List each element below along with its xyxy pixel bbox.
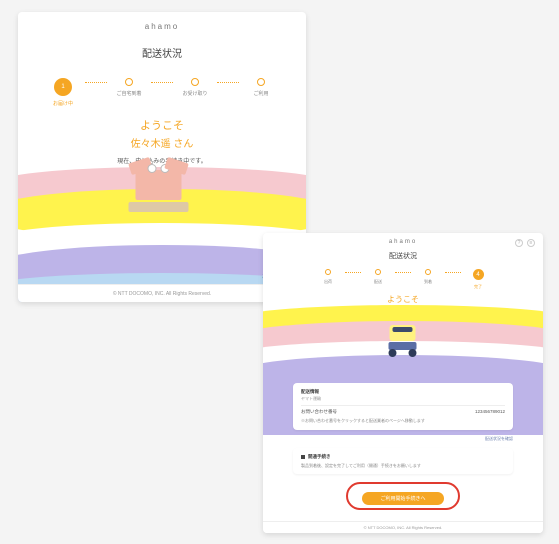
tracking-number[interactable]: 123456789012 (475, 409, 505, 415)
welcome-block: ようこそ 佐々木遥 さん 現在、申し込みの手続き中です。 (18, 117, 306, 165)
welcome-line1: ようこそ (263, 294, 543, 305)
check-shipping-link[interactable]: 配送状況を確認 (293, 436, 513, 442)
delivery-status-card-step4: ? ≡ ahamo 配送状況 出荷 配送 到着 4完了 ようこそ 佐々木遥 さん… (263, 233, 543, 533)
progress-stepper: 出荷 配送 到着 4完了 (263, 269, 543, 290)
brand-logo: ahamo (18, 22, 306, 31)
step-2: 配送 (361, 269, 395, 285)
welcome-line1: ようこそ (18, 117, 306, 133)
brand-logo: ahamo (263, 239, 543, 245)
activation-panel: 開通手続き 製品到着後、設定を完了してご利用（開通）手続きをお願いします (293, 448, 513, 475)
activation-text: 製品到着後、設定を完了してご利用（開通）手続きをお願いします (301, 463, 505, 469)
step-label: ご利用 (253, 90, 268, 97)
panel-header: 配送情報 (301, 389, 505, 395)
step-dot (257, 78, 265, 86)
shipping-info-panel: 配送情報 ヤマト運輸 お問い合わせ番号 123456789012 ※お問い合わせ… (293, 383, 513, 430)
package-box-illustration (136, 170, 189, 212)
delivery-robot-illustration (390, 325, 417, 357)
step-3: お受け取り (173, 78, 217, 97)
content-panels: 配送情報 ヤマト運輸 お問い合わせ番号 123456789012 ※お問い合わせ… (293, 383, 513, 510)
page-title: 配送状況 (263, 251, 543, 261)
step-connector (85, 82, 107, 83)
page-title: 配送状況 (18, 45, 306, 60)
header-icons: ? ≡ (515, 239, 535, 247)
step-1: 1 お届け中 (41, 78, 85, 107)
tracking-label: お問い合わせ番号 (301, 409, 337, 415)
step-4: ご利用 (239, 78, 283, 97)
step-dot (125, 78, 133, 86)
footer-copyright: © NTT DOCOMO, INC. All Rights Reserved. (263, 521, 543, 533)
step-connector (151, 82, 173, 83)
cta-highlight-ring: ご利用開始手続きへ (293, 482, 513, 510)
tracking-note: ※お問い合わせ番号をクリックすると配送業者のページへ移動します (301, 418, 505, 424)
step-2: ご自宅到着 (107, 78, 151, 97)
step-4: 4完了 (461, 269, 495, 290)
panel-header: 開通手続き (308, 454, 331, 460)
step-label: お届け中 (53, 100, 73, 107)
step-label: お受け取り (182, 90, 207, 97)
menu-icon[interactable]: ≡ (527, 239, 535, 247)
step-1: 出荷 (311, 269, 345, 285)
welcome-line2: 佐々木遥 さん (18, 135, 306, 150)
help-icon[interactable]: ? (515, 239, 523, 247)
step-connector (217, 82, 239, 83)
carrier-name: ヤマト運輸 (301, 396, 505, 402)
bullet-icon (301, 455, 305, 459)
step-dot (191, 78, 199, 86)
step-label: ご自宅到着 (116, 90, 141, 97)
progress-stepper: 1 お届け中 ご自宅到着 お受け取り ご利用 (18, 78, 306, 107)
step-dot: 1 (54, 78, 72, 96)
activation-cta-button[interactable]: ご利用開始手続きへ (362, 492, 443, 505)
step-3: 到着 (411, 269, 445, 285)
